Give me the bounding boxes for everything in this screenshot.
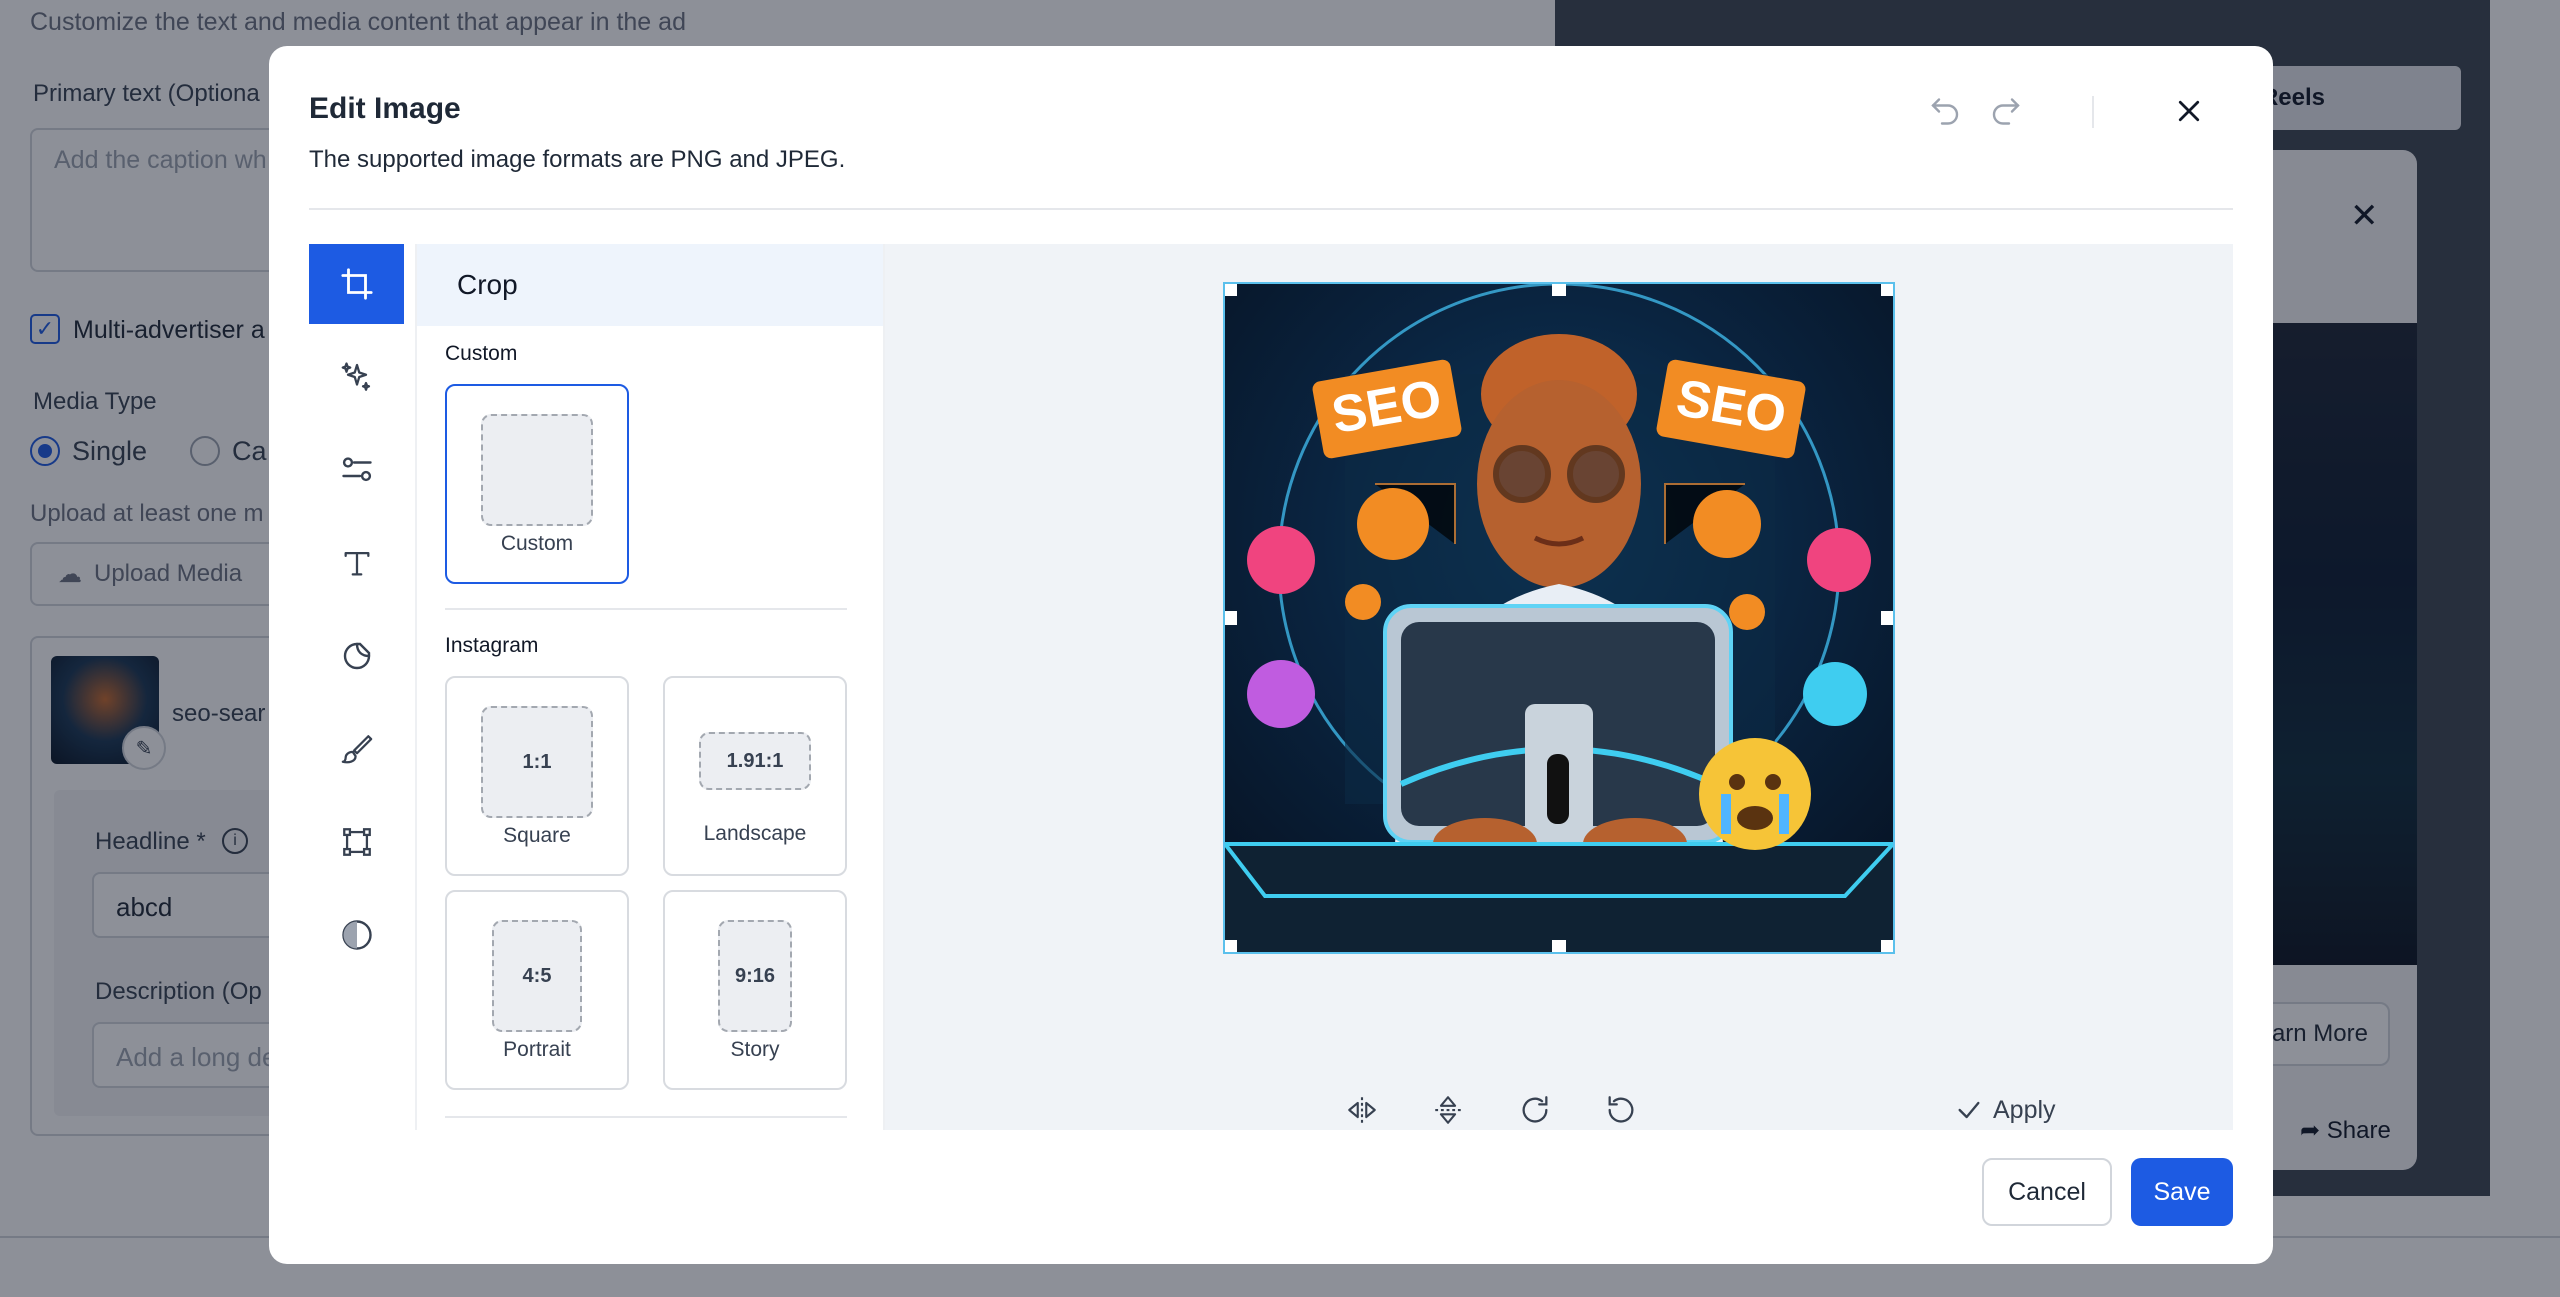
sticker-icon xyxy=(343,642,370,670)
tool-rail xyxy=(309,244,404,1130)
modal-subtitle: The supported image formats are PNG and … xyxy=(309,146,846,173)
crop-handle-e[interactable] xyxy=(1881,611,1893,625)
crop-panel-heading: Crop xyxy=(417,244,883,326)
preset-label: Story xyxy=(730,1038,780,1061)
rotate-right-icon xyxy=(1522,1096,1548,1123)
panel-separator xyxy=(445,1116,847,1118)
crop-panel: Crop Custom Custom Instagram 1:1 Square … xyxy=(415,244,885,1130)
crop-preset-square[interactable]: 1:1 Square xyxy=(445,676,629,876)
crop-area[interactable]: SEO SEO xyxy=(1223,282,1895,954)
crop-icon xyxy=(340,268,373,300)
ratio-box: 9:16 xyxy=(718,920,792,1032)
ratio-box: 1:1 xyxy=(481,706,593,818)
crop-handle-s[interactable] xyxy=(1552,940,1566,952)
custom-section-title: Custom xyxy=(445,342,518,365)
edit-image-modal: Edit Image The supported image formats a… xyxy=(269,46,2273,1264)
redo-icon[interactable] xyxy=(1982,90,2030,130)
flip-vertical-button[interactable] xyxy=(1425,1087,1471,1133)
crop-handle-nw[interactable] xyxy=(1225,284,1237,296)
instagram-section-title: Instagram xyxy=(445,634,539,657)
check-icon xyxy=(1958,1101,1980,1119)
crop-preset-portrait[interactable]: 4:5 Portrait xyxy=(445,890,629,1090)
custom-tile-label: Custom xyxy=(500,532,574,555)
crop-preset-custom[interactable]: Custom xyxy=(445,384,629,584)
flip-horizontal-button[interactable] xyxy=(1339,1087,1385,1133)
crop-handle-ne[interactable] xyxy=(1881,284,1893,296)
header-rule xyxy=(309,208,2233,210)
adjust-tool[interactable] xyxy=(309,430,404,510)
enhance-tool[interactable] xyxy=(309,337,404,417)
ratio-box: 4:5 xyxy=(492,920,582,1032)
undo-icon[interactable] xyxy=(1921,90,1969,130)
rotate-right-button[interactable] xyxy=(1512,1087,1558,1133)
modal-title: Edit Image xyxy=(309,92,461,125)
contrast-icon xyxy=(341,920,372,950)
rotate-left-button[interactable] xyxy=(1598,1087,1644,1133)
panel-separator xyxy=(445,608,847,610)
close-icon[interactable] xyxy=(2164,86,2214,136)
sliders-icon xyxy=(341,457,372,482)
preset-label: Landscape xyxy=(703,822,807,845)
sparkles-icon xyxy=(341,362,370,391)
text-icon xyxy=(344,551,369,576)
apply-crop-button[interactable]: Apply xyxy=(1955,1087,2056,1133)
ratio-box: 1.91:1 xyxy=(699,732,811,790)
image-canvas: SEO SEO Apply xyxy=(885,244,2233,1130)
preset-label: Square xyxy=(503,824,571,847)
crop-handle-se[interactable] xyxy=(1881,940,1893,952)
shape-tool[interactable] xyxy=(309,802,404,882)
cancel-button[interactable]: Cancel xyxy=(1982,1158,2112,1226)
rotate-left-icon xyxy=(1608,1096,1634,1123)
crop-handle-n[interactable] xyxy=(1552,284,1566,296)
draw-tool[interactable] xyxy=(309,709,404,789)
edited-image: SEO SEO xyxy=(1225,284,1893,952)
brush-icon xyxy=(341,735,372,764)
text-tool[interactable] xyxy=(309,523,404,603)
preset-label: Portrait xyxy=(503,1038,571,1061)
custom-ratio-box xyxy=(481,414,593,526)
apply-label: Apply xyxy=(1993,1095,2056,1124)
crop-handle-w[interactable] xyxy=(1225,611,1237,625)
shape-icon xyxy=(342,828,371,856)
crop-preset-story[interactable]: 9:16 Story xyxy=(663,890,847,1090)
flip-vertical-icon xyxy=(1435,1096,1461,1124)
save-button[interactable]: Save xyxy=(2131,1158,2233,1226)
crop-tool[interactable] xyxy=(309,244,404,324)
crop-preset-landscape[interactable]: 1.91:1 Landscape xyxy=(663,676,847,876)
header-divider xyxy=(2092,96,2094,128)
sticker-tool[interactable] xyxy=(309,616,404,696)
flip-horizontal-icon xyxy=(1348,1097,1376,1123)
crop-handle-sw[interactable] xyxy=(1225,940,1237,952)
filter-tool[interactable] xyxy=(309,895,404,975)
